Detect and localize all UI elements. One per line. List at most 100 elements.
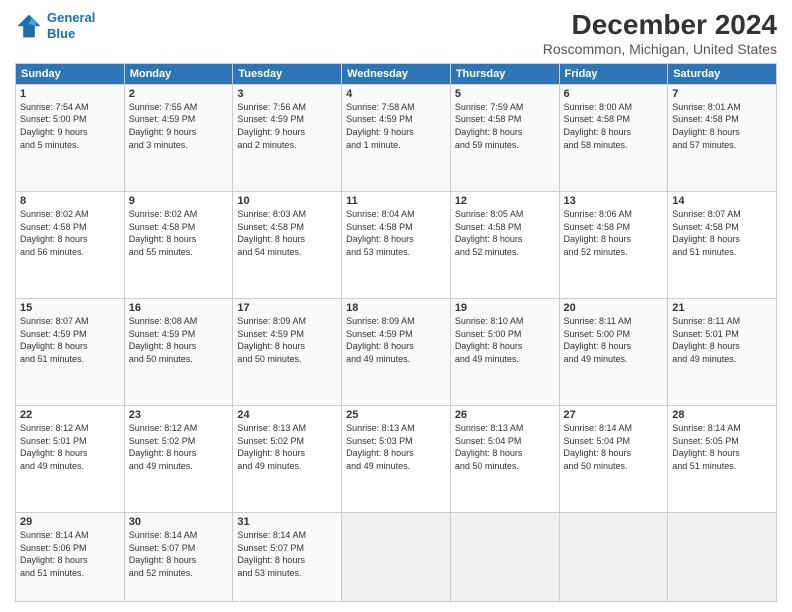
day-number: 11 bbox=[346, 195, 446, 207]
table-row: 17Sunrise: 8:09 AMSunset: 4:59 PMDayligh… bbox=[233, 299, 342, 406]
col-wednesday: Wednesday bbox=[342, 63, 451, 84]
logo-icon bbox=[15, 12, 43, 40]
table-row: 10Sunrise: 8:03 AMSunset: 4:58 PMDayligh… bbox=[233, 191, 342, 298]
day-info: Sunrise: 8:14 AMSunset: 5:05 PMDaylight:… bbox=[672, 422, 772, 472]
day-number: 4 bbox=[346, 88, 446, 100]
table-row: 31Sunrise: 8:14 AMSunset: 5:07 PMDayligh… bbox=[233, 513, 342, 602]
calendar-table: Sunday Monday Tuesday Wednesday Thursday… bbox=[15, 63, 777, 602]
logo-line1: General bbox=[47, 10, 95, 25]
day-info: Sunrise: 8:13 AMSunset: 5:03 PMDaylight:… bbox=[346, 422, 446, 472]
table-row bbox=[668, 513, 777, 602]
day-number: 3 bbox=[237, 88, 337, 100]
day-number: 25 bbox=[346, 409, 446, 421]
header-row: Sunday Monday Tuesday Wednesday Thursday… bbox=[16, 63, 777, 84]
day-number: 28 bbox=[672, 409, 772, 421]
day-info: Sunrise: 8:14 AMSunset: 5:07 PMDaylight:… bbox=[129, 529, 229, 579]
day-info: Sunrise: 8:12 AMSunset: 5:01 PMDaylight:… bbox=[20, 422, 120, 472]
subtitle: Roscommon, Michigan, United States bbox=[543, 41, 777, 57]
day-info: Sunrise: 7:55 AMSunset: 4:59 PMDaylight:… bbox=[129, 101, 229, 151]
day-info: Sunrise: 8:11 AMSunset: 5:01 PMDaylight:… bbox=[672, 315, 772, 365]
day-number: 21 bbox=[672, 302, 772, 314]
table-row: 24Sunrise: 8:13 AMSunset: 5:02 PMDayligh… bbox=[233, 406, 342, 513]
day-info: Sunrise: 8:05 AMSunset: 4:58 PMDaylight:… bbox=[455, 208, 555, 258]
day-number: 29 bbox=[20, 516, 120, 528]
table-row: 15Sunrise: 8:07 AMSunset: 4:59 PMDayligh… bbox=[16, 299, 125, 406]
table-row: 13Sunrise: 8:06 AMSunset: 4:58 PMDayligh… bbox=[559, 191, 668, 298]
day-info: Sunrise: 8:11 AMSunset: 5:00 PMDaylight:… bbox=[564, 315, 664, 365]
day-info: Sunrise: 8:03 AMSunset: 4:58 PMDaylight:… bbox=[237, 208, 337, 258]
col-thursday: Thursday bbox=[450, 63, 559, 84]
table-row: 21Sunrise: 8:11 AMSunset: 5:01 PMDayligh… bbox=[668, 299, 777, 406]
table-row: 4Sunrise: 7:58 AMSunset: 4:59 PMDaylight… bbox=[342, 84, 451, 191]
table-row: 22Sunrise: 8:12 AMSunset: 5:01 PMDayligh… bbox=[16, 406, 125, 513]
page: General Blue December 2024 Roscommon, Mi… bbox=[0, 0, 792, 612]
day-info: Sunrise: 8:02 AMSunset: 4:58 PMDaylight:… bbox=[20, 208, 120, 258]
logo: General Blue bbox=[15, 10, 95, 41]
day-number: 14 bbox=[672, 195, 772, 207]
day-number: 2 bbox=[129, 88, 229, 100]
day-info: Sunrise: 8:01 AMSunset: 4:58 PMDaylight:… bbox=[672, 101, 772, 151]
day-number: 22 bbox=[20, 409, 120, 421]
day-info: Sunrise: 8:08 AMSunset: 4:59 PMDaylight:… bbox=[129, 315, 229, 365]
table-row: 5Sunrise: 7:59 AMSunset: 4:58 PMDaylight… bbox=[450, 84, 559, 191]
col-saturday: Saturday bbox=[668, 63, 777, 84]
table-row: 28Sunrise: 8:14 AMSunset: 5:05 PMDayligh… bbox=[668, 406, 777, 513]
day-info: Sunrise: 8:13 AMSunset: 5:04 PMDaylight:… bbox=[455, 422, 555, 472]
day-info: Sunrise: 8:07 AMSunset: 4:58 PMDaylight:… bbox=[672, 208, 772, 258]
table-row: 1Sunrise: 7:54 AMSunset: 5:00 PMDaylight… bbox=[16, 84, 125, 191]
day-number: 12 bbox=[455, 195, 555, 207]
table-row: 27Sunrise: 8:14 AMSunset: 5:04 PMDayligh… bbox=[559, 406, 668, 513]
table-row: 25Sunrise: 8:13 AMSunset: 5:03 PMDayligh… bbox=[342, 406, 451, 513]
day-info: Sunrise: 8:06 AMSunset: 4:58 PMDaylight:… bbox=[564, 208, 664, 258]
day-number: 23 bbox=[129, 409, 229, 421]
table-row: 16Sunrise: 8:08 AMSunset: 4:59 PMDayligh… bbox=[124, 299, 233, 406]
day-number: 17 bbox=[237, 302, 337, 314]
table-row: 23Sunrise: 8:12 AMSunset: 5:02 PMDayligh… bbox=[124, 406, 233, 513]
table-row: 19Sunrise: 8:10 AMSunset: 5:00 PMDayligh… bbox=[450, 299, 559, 406]
col-monday: Monday bbox=[124, 63, 233, 84]
table-row: 29Sunrise: 8:14 AMSunset: 5:06 PMDayligh… bbox=[16, 513, 125, 602]
table-row: 30Sunrise: 8:14 AMSunset: 5:07 PMDayligh… bbox=[124, 513, 233, 602]
day-number: 31 bbox=[237, 516, 337, 528]
day-number: 8 bbox=[20, 195, 120, 207]
day-number: 6 bbox=[564, 88, 664, 100]
table-row: 18Sunrise: 8:09 AMSunset: 4:59 PMDayligh… bbox=[342, 299, 451, 406]
day-number: 18 bbox=[346, 302, 446, 314]
main-title: December 2024 bbox=[543, 10, 777, 41]
table-row: 12Sunrise: 8:05 AMSunset: 4:58 PMDayligh… bbox=[450, 191, 559, 298]
table-row bbox=[450, 513, 559, 602]
table-row: 7Sunrise: 8:01 AMSunset: 4:58 PMDaylight… bbox=[668, 84, 777, 191]
day-info: Sunrise: 7:56 AMSunset: 4:59 PMDaylight:… bbox=[237, 101, 337, 151]
table-row: 11Sunrise: 8:04 AMSunset: 4:58 PMDayligh… bbox=[342, 191, 451, 298]
day-number: 30 bbox=[129, 516, 229, 528]
day-info: Sunrise: 8:14 AMSunset: 5:06 PMDaylight:… bbox=[20, 529, 120, 579]
day-number: 16 bbox=[129, 302, 229, 314]
day-info: Sunrise: 8:00 AMSunset: 4:58 PMDaylight:… bbox=[564, 101, 664, 151]
table-row: 14Sunrise: 8:07 AMSunset: 4:58 PMDayligh… bbox=[668, 191, 777, 298]
logo-text: General Blue bbox=[47, 10, 95, 41]
day-number: 26 bbox=[455, 409, 555, 421]
logo-line2: Blue bbox=[47, 26, 75, 41]
table-row bbox=[342, 513, 451, 602]
calendar-header: Sunday Monday Tuesday Wednesday Thursday… bbox=[16, 63, 777, 84]
table-row bbox=[559, 513, 668, 602]
day-info: Sunrise: 8:10 AMSunset: 5:00 PMDaylight:… bbox=[455, 315, 555, 365]
day-number: 20 bbox=[564, 302, 664, 314]
day-info: Sunrise: 7:59 AMSunset: 4:58 PMDaylight:… bbox=[455, 101, 555, 151]
title-section: December 2024 Roscommon, Michigan, Unite… bbox=[543, 10, 777, 57]
day-info: Sunrise: 7:54 AMSunset: 5:00 PMDaylight:… bbox=[20, 101, 120, 151]
table-row: 3Sunrise: 7:56 AMSunset: 4:59 PMDaylight… bbox=[233, 84, 342, 191]
day-number: 10 bbox=[237, 195, 337, 207]
calendar-body: 1Sunrise: 7:54 AMSunset: 5:00 PMDaylight… bbox=[16, 84, 777, 601]
day-number: 19 bbox=[455, 302, 555, 314]
day-number: 7 bbox=[672, 88, 772, 100]
day-number: 9 bbox=[129, 195, 229, 207]
col-sunday: Sunday bbox=[16, 63, 125, 84]
day-info: Sunrise: 8:07 AMSunset: 4:59 PMDaylight:… bbox=[20, 315, 120, 365]
day-info: Sunrise: 8:13 AMSunset: 5:02 PMDaylight:… bbox=[237, 422, 337, 472]
table-row: 20Sunrise: 8:11 AMSunset: 5:00 PMDayligh… bbox=[559, 299, 668, 406]
day-number: 13 bbox=[564, 195, 664, 207]
table-row: 8Sunrise: 8:02 AMSunset: 4:58 PMDaylight… bbox=[16, 191, 125, 298]
table-row: 2Sunrise: 7:55 AMSunset: 4:59 PMDaylight… bbox=[124, 84, 233, 191]
day-number: 24 bbox=[237, 409, 337, 421]
